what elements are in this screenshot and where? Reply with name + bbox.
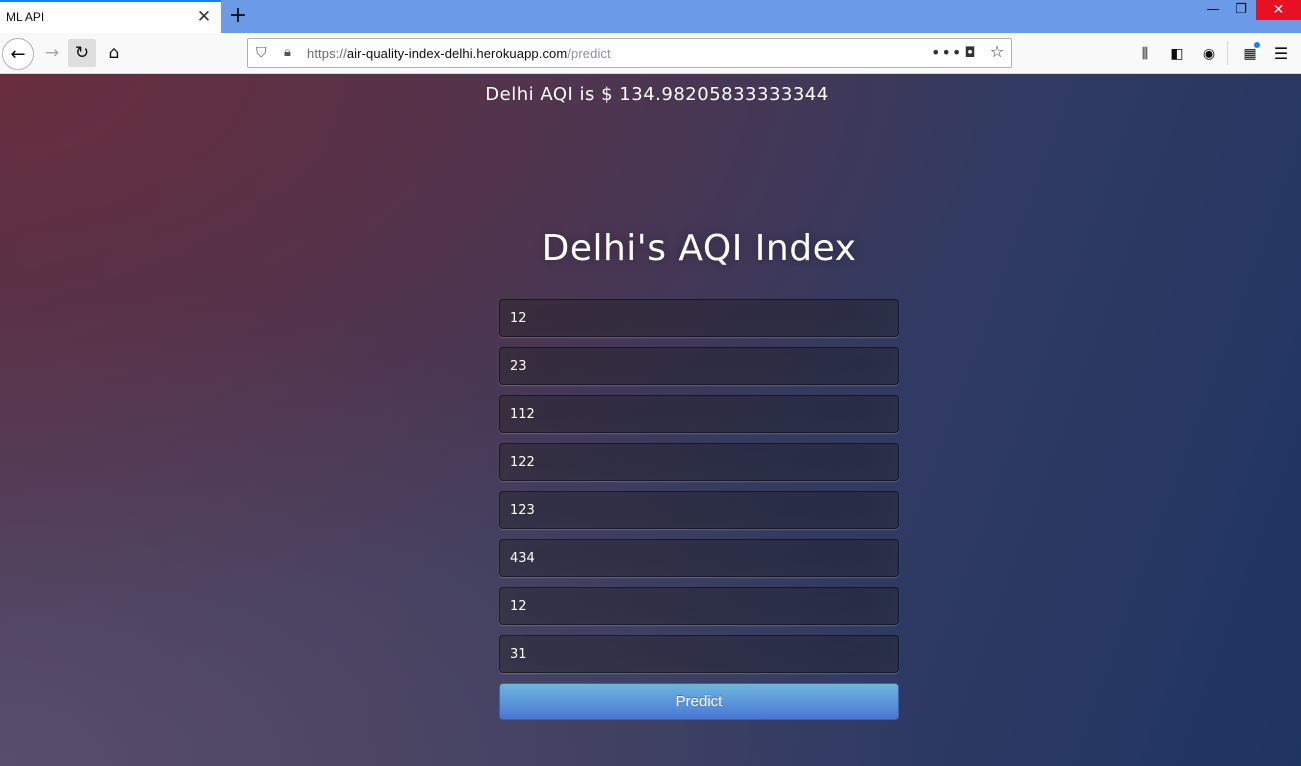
home-button[interactable]: ⌂ xyxy=(100,39,128,67)
account-icon[interactable]: ◉ xyxy=(1199,44,1219,64)
minimize-icon[interactable]: — xyxy=(1198,0,1228,20)
lock-icon[interactable]: 🔒︎ xyxy=(284,45,298,61)
tab-ml-api[interactable]: ML API ✕ xyxy=(0,0,221,33)
hamburger-menu-icon[interactable]: ☰ xyxy=(1271,44,1291,64)
prediction-result: Delhi AQI is $ 134.98205833333344 xyxy=(485,84,829,105)
page-title: Delhi's AQI Index xyxy=(541,228,857,269)
new-tab-icon[interactable]: + xyxy=(228,4,248,28)
input-field-8[interactable] xyxy=(499,635,899,673)
restore-icon[interactable]: ❐ xyxy=(1226,0,1256,20)
input-field-3[interactable] xyxy=(499,395,899,433)
back-button[interactable]: ← xyxy=(2,38,34,70)
home-icon: ⌂ xyxy=(108,43,120,63)
input-field-2[interactable] xyxy=(499,347,899,385)
url-text[interactable]: https://air-quality-index-delhi.herokuap… xyxy=(307,46,611,61)
input-field-1[interactable] xyxy=(499,299,899,337)
navigation-bar: ← → ↻ ⌂ ⛉ 🔒︎ https://air-quality-index-d… xyxy=(0,33,1301,74)
shield-icon[interactable]: ⛉ xyxy=(256,45,272,61)
input-field-4[interactable] xyxy=(499,443,899,481)
page-content: Delhi AQI is $ 134.98205833333344 Delhi'… xyxy=(0,74,1301,766)
url-host: air-quality-index-delhi.herokuapp.com xyxy=(346,46,568,61)
bookmark-star-icon[interactable]: ☆ xyxy=(988,43,1006,61)
tab-title: ML API xyxy=(6,10,45,24)
predict-button[interactable]: Predict xyxy=(499,683,899,720)
pocket-icon[interactable]: ◘ xyxy=(961,44,979,62)
input-field-5[interactable] xyxy=(499,491,899,529)
reload-icon: ↻ xyxy=(74,43,90,63)
toolbar-separator xyxy=(1227,41,1228,65)
tab-bar: ML API ✕ + — ❐ ✕ xyxy=(0,0,1301,33)
url-bar[interactable]: ⛉ 🔒︎ https://air-quality-index-delhi.her… xyxy=(247,38,1012,68)
sidebar-icon[interactable]: ◧ xyxy=(1167,44,1187,64)
notification-dot xyxy=(1254,42,1260,48)
arrow-right-icon: → xyxy=(44,43,60,63)
reload-button[interactable]: ↻ xyxy=(68,39,96,67)
url-prefix: https:// xyxy=(307,46,347,61)
url-path: /predict xyxy=(567,46,611,61)
prediction-form: Predict xyxy=(499,299,899,720)
arrow-left-icon: ← xyxy=(10,43,26,65)
input-field-7[interactable] xyxy=(499,587,899,625)
library-icon[interactable]: ⫼ xyxy=(1135,44,1155,64)
forward-button[interactable]: → xyxy=(38,39,66,67)
more-actions-icon[interactable]: ••• xyxy=(931,43,962,62)
close-tab-icon[interactable]: ✕ xyxy=(196,8,212,26)
input-field-6[interactable] xyxy=(499,539,899,577)
window-close-icon[interactable]: ✕ xyxy=(1256,0,1301,20)
